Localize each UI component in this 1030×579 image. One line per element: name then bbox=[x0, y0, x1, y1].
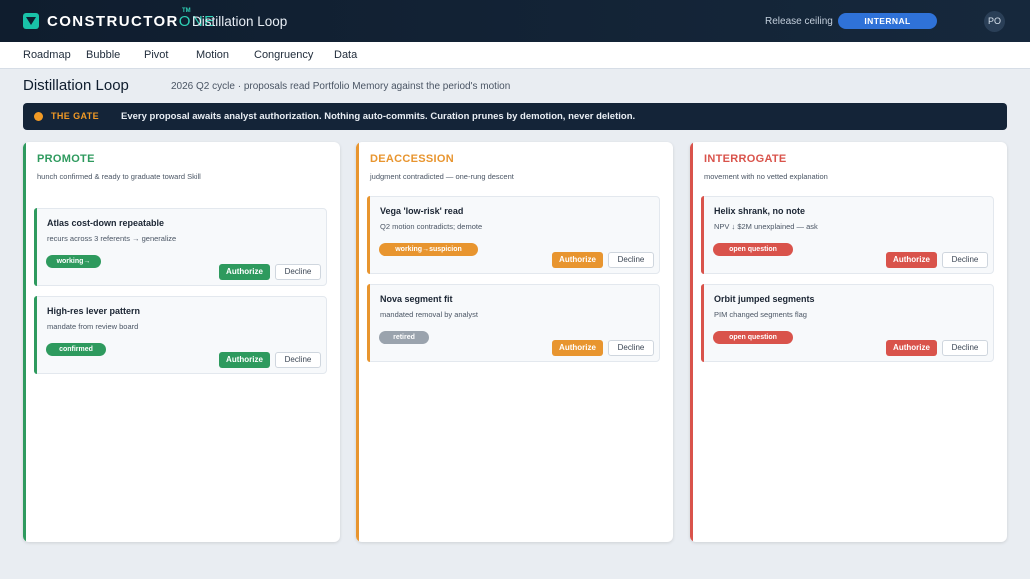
brand-main: CONSTRUCTOR bbox=[47, 13, 179, 30]
page-subtitle: 2026 Q2 cycle · proposals read Portfolio… bbox=[171, 81, 511, 92]
nav-item-roadmap[interactable]: Roadmap bbox=[23, 49, 71, 61]
decline-button[interactable]: Decline bbox=[608, 340, 654, 356]
authorize-button[interactable]: Authorize bbox=[552, 252, 603, 268]
decline-button[interactable]: Decline bbox=[275, 352, 321, 368]
column-deaccession: DEACCESSION judgment contradicted — one-… bbox=[356, 142, 673, 542]
proposal-card: Vega 'low-risk' read Q2 motion contradic… bbox=[367, 196, 660, 274]
column-description: movement with no vetted explanation bbox=[704, 172, 828, 181]
constructor-one-logo-icon bbox=[23, 13, 39, 29]
column-description: hunch confirmed & ready to graduate towa… bbox=[37, 172, 201, 181]
decline-button[interactable]: Decline bbox=[608, 252, 654, 268]
authorize-button[interactable]: Authorize bbox=[219, 352, 270, 368]
card-title: Atlas cost-down repeatable bbox=[47, 218, 165, 228]
column-title: PROMOTE bbox=[37, 153, 95, 165]
decline-button[interactable]: Decline bbox=[275, 264, 321, 280]
column-interrogate: INTERROGATE movement with no vetted expl… bbox=[690, 142, 1007, 542]
top-bar: CONSTRUCTORONE TM Distillation Loop Rele… bbox=[0, 0, 1030, 42]
card-title: Vega 'low-risk' read bbox=[380, 206, 464, 216]
status-tag: open question bbox=[713, 331, 793, 344]
proposal-card: Helix shrank, no note NPV ↓ $2M unexplai… bbox=[701, 196, 994, 274]
column-rail bbox=[23, 142, 26, 542]
card-title: High-res lever pattern bbox=[47, 306, 141, 316]
authorize-button[interactable]: Authorize bbox=[886, 340, 937, 356]
release-ceiling-label: Release ceiling bbox=[765, 16, 833, 27]
page-title: Distillation Loop bbox=[23, 77, 129, 94]
status-tag: retired bbox=[379, 331, 429, 344]
card-meta: NPV ↓ $2M unexplained — ask bbox=[714, 222, 818, 231]
card-meta: mandated removal by analyst bbox=[380, 310, 478, 319]
card-title: Nova segment fit bbox=[380, 294, 453, 304]
card-accent-bar bbox=[367, 196, 370, 274]
nav-item-pivot[interactable]: Pivot bbox=[144, 49, 168, 61]
app-title: Distillation Loop bbox=[192, 14, 288, 29]
authorize-button[interactable]: Authorize bbox=[886, 252, 937, 268]
status-tag: open question bbox=[713, 243, 793, 256]
gate-status-dot-icon bbox=[34, 112, 43, 121]
proposal-card: High-res lever pattern mandate from revi… bbox=[34, 296, 327, 374]
gate-banner: THE GATE Every proposal awaits analyst a… bbox=[23, 103, 1007, 130]
proposal-card: Orbit jumped segments PIM changed segmen… bbox=[701, 284, 994, 362]
status-tag: working→ bbox=[46, 255, 101, 268]
card-accent-bar bbox=[34, 208, 37, 286]
column-description: judgment contradicted — one-rung descent bbox=[370, 172, 514, 181]
nav-item-congruency[interactable]: Congruency bbox=[254, 49, 313, 61]
nav-bar: Roadmap Bubble Pivot Motion Congruency D… bbox=[0, 42, 1030, 69]
authorize-button[interactable]: Authorize bbox=[219, 264, 270, 280]
gate-text: Every proposal awaits analyst authorizat… bbox=[121, 111, 636, 122]
proposal-card: Nova segment fit mandated removal by ana… bbox=[367, 284, 660, 362]
column-title: DEACCESSION bbox=[370, 153, 454, 165]
card-accent-bar bbox=[367, 284, 370, 362]
card-meta: PIM changed segments flag bbox=[714, 310, 807, 319]
proposal-card: Atlas cost-down repeatable recurs across… bbox=[34, 208, 327, 286]
column-title: INTERROGATE bbox=[704, 153, 787, 165]
brand-trademark: TM bbox=[182, 8, 191, 14]
gate-label: THE GATE bbox=[51, 111, 100, 121]
card-accent-bar bbox=[34, 296, 37, 374]
decline-button[interactable]: Decline bbox=[942, 340, 988, 356]
card-accent-bar bbox=[701, 196, 704, 274]
card-title: Helix shrank, no note bbox=[714, 206, 806, 216]
authorize-button[interactable]: Authorize bbox=[552, 340, 603, 356]
nav-item-data[interactable]: Data bbox=[334, 49, 357, 61]
card-meta: recurs across 3 referents → generalize bbox=[47, 234, 177, 243]
column-rail bbox=[356, 142, 359, 542]
card-title: Orbit jumped segments bbox=[714, 294, 815, 304]
status-tag: confirmed bbox=[46, 343, 106, 356]
release-ceiling-selector[interactable]: INTERNAL bbox=[838, 13, 937, 29]
card-meta: mandate from review board bbox=[47, 322, 139, 331]
brand-wordmark: CONSTRUCTORONE TM bbox=[47, 8, 216, 30]
column-promote: PROMOTE hunch confirmed & ready to gradu… bbox=[23, 142, 340, 542]
decline-button[interactable]: Decline bbox=[942, 252, 988, 268]
status-tag: working→suspicion bbox=[379, 243, 478, 256]
card-meta: Q2 motion contradicts; demote bbox=[380, 222, 483, 231]
column-rail bbox=[690, 142, 693, 542]
nav-item-bubble[interactable]: Bubble bbox=[86, 49, 120, 61]
nav-item-motion[interactable]: Motion bbox=[196, 49, 229, 61]
user-avatar[interactable]: PO bbox=[984, 11, 1005, 32]
card-accent-bar bbox=[701, 284, 704, 362]
